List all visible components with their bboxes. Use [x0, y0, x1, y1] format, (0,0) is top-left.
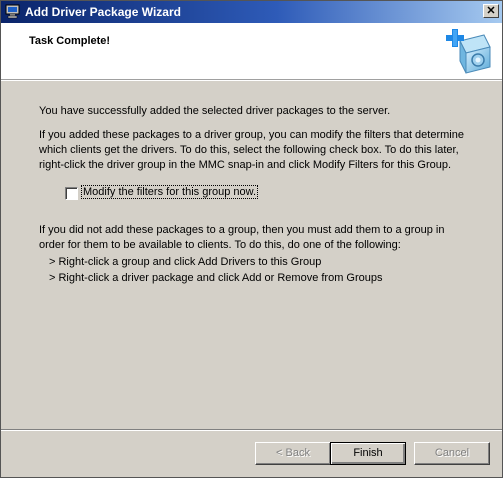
wizard-header: Task Complete! — [1, 23, 502, 80]
page-title: Task Complete! — [29, 35, 111, 47]
header-divider — [1, 80, 502, 81]
close-icon: ✕ — [486, 5, 496, 17]
footer-divider — [1, 429, 502, 431]
option-item: > Right-click a group and click Add Driv… — [49, 256, 322, 268]
back-button[interactable]: < Back — [255, 442, 331, 465]
wizard-window: Add Driver Package Wizard ✕ Task Complet… — [0, 0, 503, 478]
close-button[interactable]: ✕ — [483, 4, 499, 18]
title-bar[interactable]: Add Driver Package Wizard ✕ — [1, 1, 502, 23]
no-group-instructions: If you did not add these packages to a g… — [39, 224, 445, 251]
modify-filters-checkbox[interactable] — [65, 187, 78, 200]
computer-icon — [5, 4, 20, 19]
modify-filters-label[interactable]: Modify the filters for this group now. — [80, 185, 259, 199]
driver-package-icon — [446, 29, 491, 74]
cancel-button[interactable]: Cancel — [414, 442, 490, 465]
success-message: You have successfully added the selected… — [39, 105, 391, 117]
group-instructions: If you added these packages to a driver … — [39, 129, 464, 171]
finish-button[interactable]: Finish — [330, 442, 406, 465]
window-title: Add Driver Package Wizard — [25, 5, 181, 19]
option-item: > Right-click a driver package and click… — [49, 272, 383, 284]
